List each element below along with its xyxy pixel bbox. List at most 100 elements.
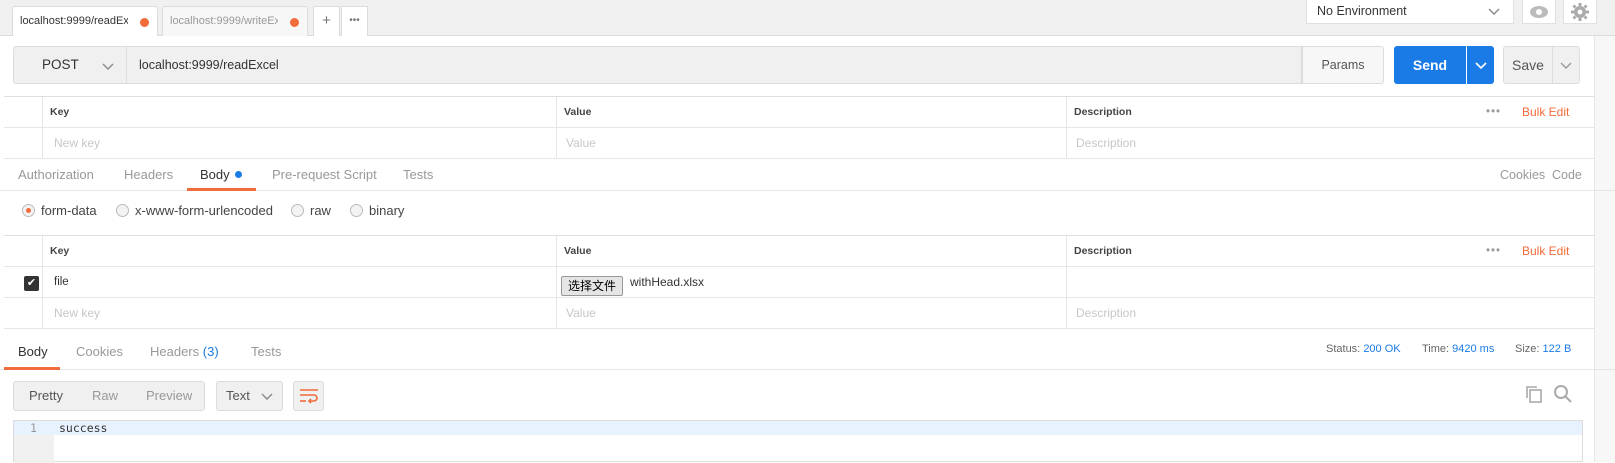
status-label: Status:: [1326, 343, 1361, 355]
radio-label: form-data: [41, 203, 97, 218]
environment-quick-look-button[interactable]: [1522, 0, 1556, 24]
response-body-editor[interactable]: 1 success: [13, 420, 1583, 463]
send-button[interactable]: Send: [1394, 46, 1466, 84]
copy-response-button[interactable]: [1524, 384, 1544, 407]
active-line-highlight: [14, 421, 1582, 435]
radio-icon: [116, 204, 129, 217]
gear-icon: [1571, 3, 1589, 21]
request-tab-writeexcel[interactable]: localhost:9999/writeExcel: [162, 6, 308, 36]
method-select[interactable]: POST: [13, 46, 127, 84]
copy-icon: [1526, 386, 1542, 403]
active-tab-underline: [4, 367, 60, 370]
form-key-cell[interactable]: file: [48, 267, 69, 297]
format-raw-button[interactable]: Raw: [92, 382, 118, 410]
new-tab-button[interactable]: +: [313, 6, 340, 36]
form-description-cell[interactable]: [1070, 267, 1076, 297]
more-dots-icon[interactable]: •••: [1480, 236, 1501, 266]
indicator-dot-icon: [234, 171, 242, 178]
url-value: localhost:9999/readExcel: [139, 58, 279, 72]
request-tab-readexcel[interactable]: localhost:9999/readExcel: [12, 6, 158, 36]
active-tab-underline: [187, 188, 256, 191]
params-value-header: Value: [564, 106, 592, 118]
params-new-key-input[interactable]: New key: [48, 128, 100, 158]
manage-environments-button[interactable]: [1563, 0, 1597, 24]
response-type-select[interactable]: Text: [216, 381, 283, 411]
tab-label: localhost:9999/writeExcel: [170, 15, 278, 27]
radio-icon: [291, 204, 304, 217]
radio-form-data[interactable]: form-data: [22, 203, 97, 219]
search-icon: [1554, 385, 1572, 403]
save-options-button[interactable]: [1553, 46, 1580, 84]
wrap-lines-icon: [300, 389, 318, 404]
table-row: file withHead.xlsx: [4, 267, 1594, 298]
tab-body[interactable]: Body: [200, 159, 242, 191]
send-options-button[interactable]: [1467, 46, 1494, 84]
size-readout: Size: 122 B: [1515, 343, 1571, 355]
params-header-row: Key Value Description ••• Bulk Edit: [4, 97, 1594, 128]
format-pretty-button[interactable]: Pretty: [29, 382, 63, 410]
form-description-header: Description: [1074, 245, 1132, 257]
right-panel-edge: [1594, 36, 1615, 462]
radio-selected-icon: [22, 204, 35, 217]
form-new-value-input[interactable]: Value: [560, 298, 596, 328]
format-toggle-group: Pretty Raw Preview: [13, 381, 205, 411]
more-dots-icon[interactable]: •••: [1480, 97, 1501, 127]
form-bulk-edit-link[interactable]: Bulk Edit: [1516, 236, 1569, 266]
selected-file-name: withHead.xlsx: [630, 275, 705, 289]
response-headers-count: (3): [202, 344, 219, 359]
radio-label: raw: [310, 203, 331, 218]
response-headers-label: Headers: [150, 344, 200, 359]
chevron-down-icon: [1488, 8, 1500, 15]
choose-file-button[interactable]: 选择文件: [561, 276, 624, 296]
form-key-header: Key: [50, 245, 70, 257]
response-tab-body[interactable]: Body: [18, 336, 48, 368]
radio-binary[interactable]: binary: [350, 203, 404, 219]
tab-authorization[interactable]: Authorization: [18, 159, 94, 191]
chevron-down-icon: [261, 393, 273, 400]
radio-icon: [350, 204, 363, 217]
tab-tests[interactable]: Tests: [403, 159, 433, 191]
tab-body-label: Body: [200, 167, 230, 182]
params-table: Key Value Description ••• Bulk Edit New …: [4, 96, 1594, 159]
params-bulk-edit-link[interactable]: Bulk Edit: [1516, 97, 1569, 127]
size-value: 122 B: [1542, 343, 1572, 355]
wrap-lines-button[interactable]: [293, 381, 324, 411]
response-tab-headers[interactable]: Headers (3): [150, 336, 219, 368]
unsaved-dot-icon: [140, 18, 149, 27]
method-label: POST: [42, 57, 79, 72]
unsaved-dot-icon: [290, 18, 299, 27]
response-tab-tests[interactable]: Tests: [251, 336, 281, 368]
more-dots-icon: •••: [349, 15, 360, 26]
format-preview-button[interactable]: Preview: [146, 382, 192, 410]
line-number: 1: [30, 421, 37, 435]
row-enabled-checkbox[interactable]: ✔: [24, 276, 39, 291]
form-value-header: Value: [564, 245, 592, 257]
tab-label: localhost:9999/readExcel: [20, 15, 128, 27]
environment-label: No Environment: [1317, 4, 1407, 18]
search-response-button[interactable]: [1553, 384, 1573, 407]
tab-headers[interactable]: Headers: [124, 159, 173, 191]
tab-actions-button[interactable]: •••: [341, 6, 368, 36]
url-input[interactable]: localhost:9999/readExcel: [127, 46, 1302, 84]
response-tab-cookies[interactable]: Cookies: [76, 336, 123, 368]
radio-x-www-form-urlencoded[interactable]: x-www-form-urlencoded: [116, 203, 273, 219]
params-button[interactable]: Params: [1302, 46, 1384, 84]
radio-raw[interactable]: raw: [291, 203, 331, 219]
environment-select[interactable]: No Environment: [1306, 0, 1514, 24]
request-tabs: Authorization Headers Body Pre-request S…: [0, 159, 1615, 191]
size-label: Size:: [1515, 343, 1540, 355]
status-readout: Status: 200 OK: [1326, 343, 1401, 355]
form-new-row: New key Value Description: [4, 298, 1594, 329]
tab-pre-request-script[interactable]: Pre-request Script: [272, 159, 377, 191]
params-new-description-input[interactable]: Description: [1070, 128, 1136, 158]
save-button[interactable]: Save: [1503, 46, 1553, 84]
chevron-down-icon: [102, 63, 114, 70]
form-data-table: Key Value Description ••• Bulk Edit file…: [4, 235, 1594, 329]
params-new-value-input[interactable]: Value: [560, 128, 596, 158]
form-new-key-input[interactable]: New key: [48, 298, 100, 328]
chevron-down-icon: [1474, 62, 1487, 70]
code-link[interactable]: Code: [1552, 159, 1582, 191]
cookies-link[interactable]: Cookies: [1500, 159, 1545, 191]
form-new-description-input[interactable]: Description: [1070, 298, 1136, 328]
chevron-down-icon: [1560, 62, 1572, 69]
